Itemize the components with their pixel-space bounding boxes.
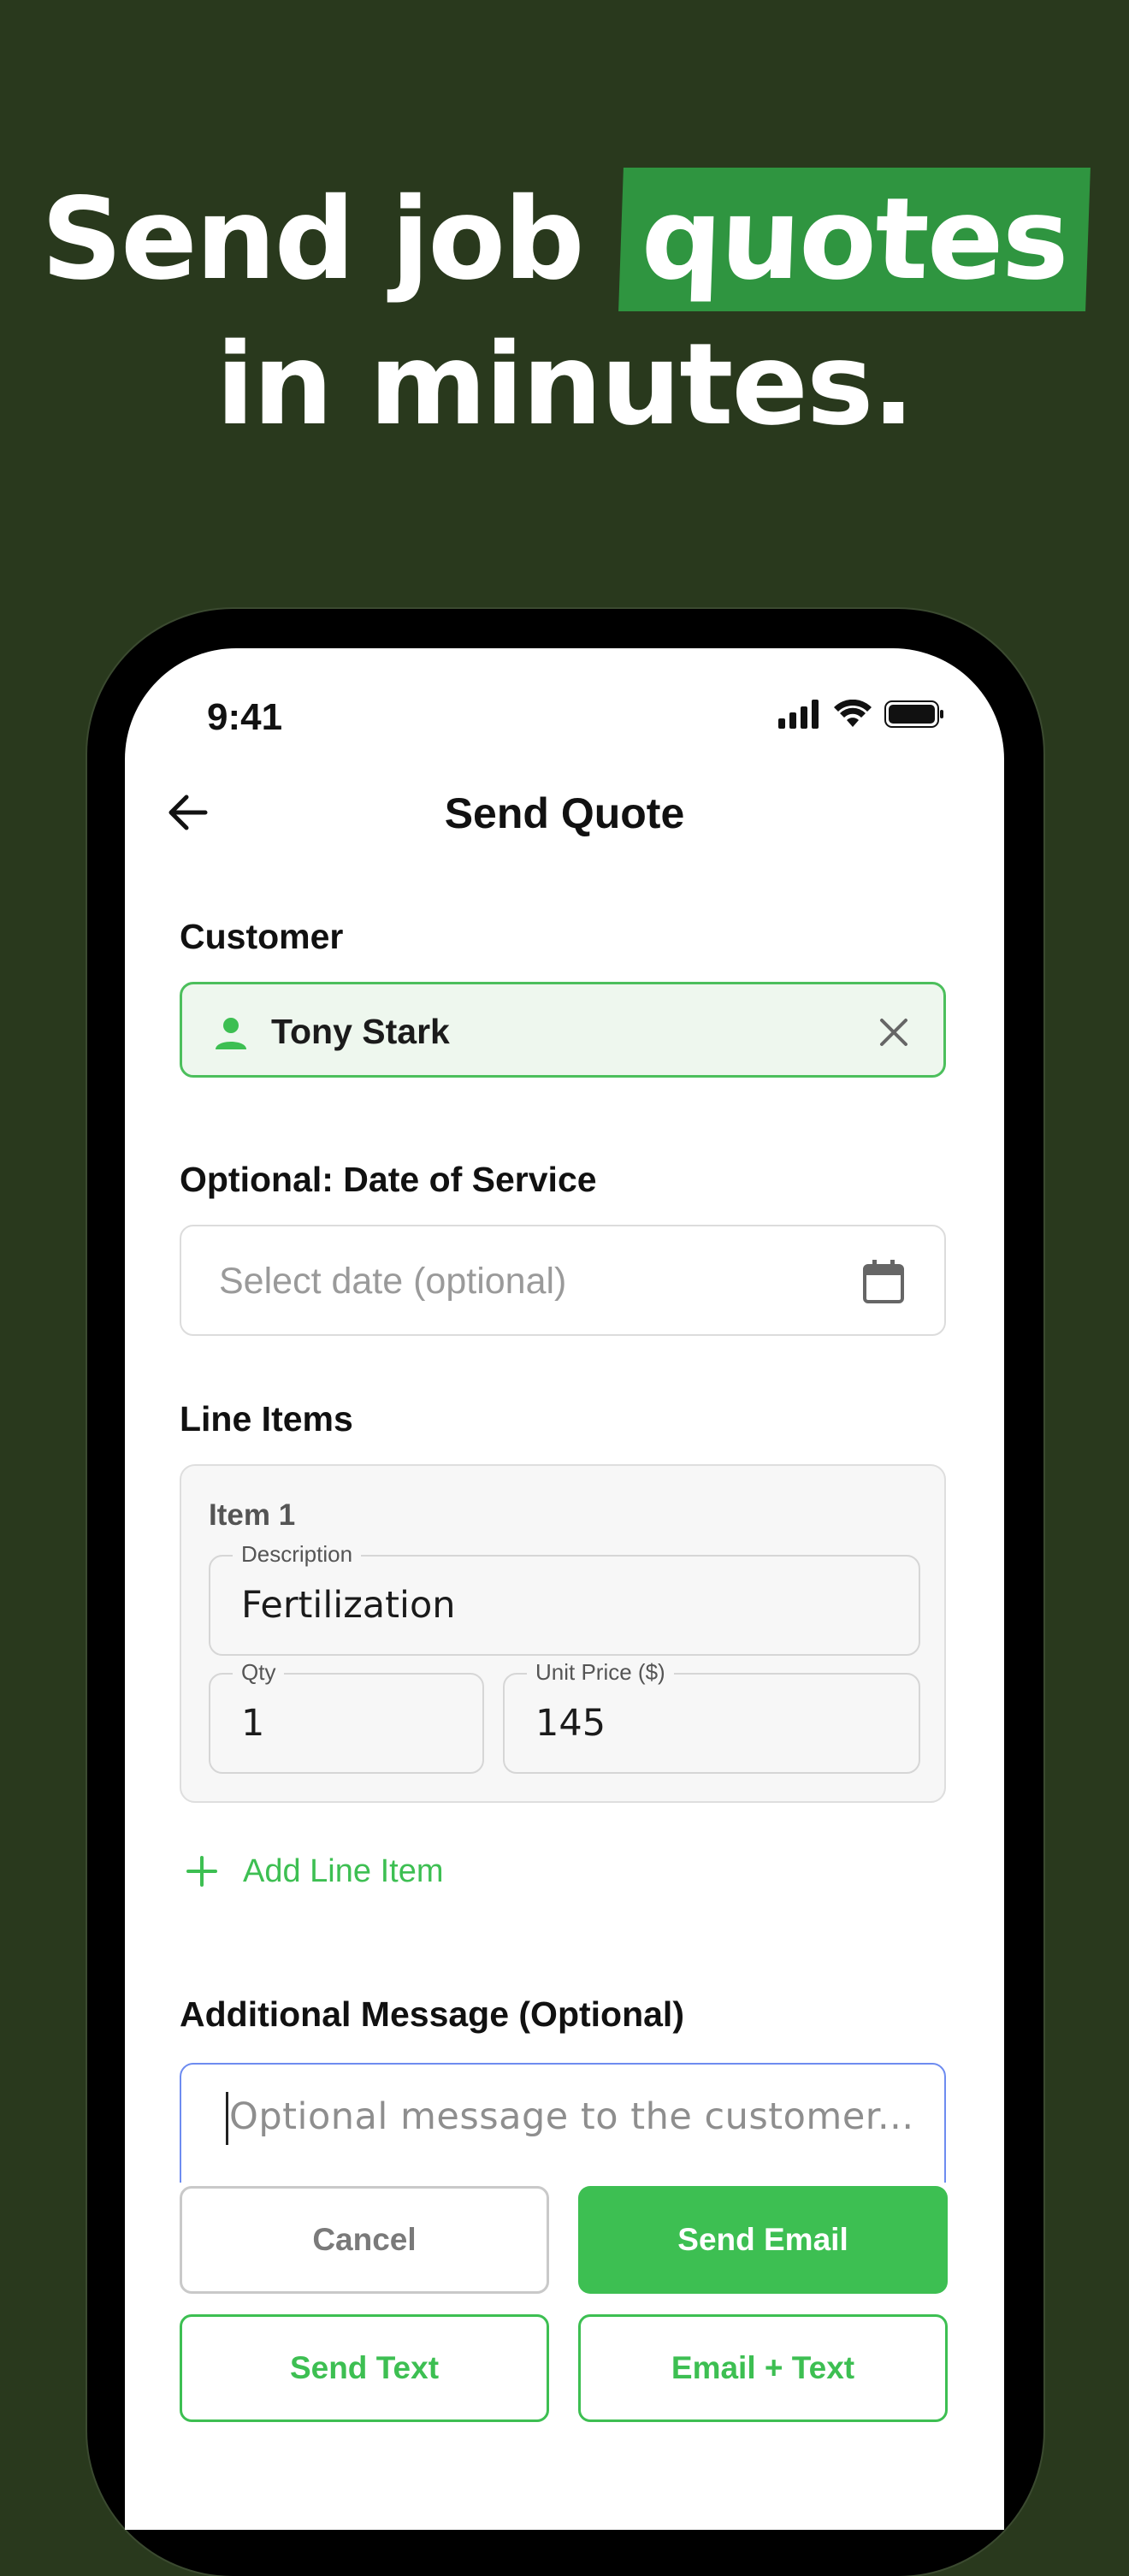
description-label: Description bbox=[233, 1541, 362, 1568]
qty-field[interactable]: Qty 1 bbox=[209, 1659, 484, 1774]
page-title: Send Quote bbox=[444, 789, 685, 837]
customer-label: Customer bbox=[180, 917, 344, 956]
add-line-item-label: Add Line Item bbox=[243, 1852, 444, 1889]
qty-label: Qty bbox=[233, 1659, 285, 1686]
unit-price-label: Unit Price ($) bbox=[527, 1659, 674, 1686]
line-item-title: Item 1 bbox=[209, 1498, 296, 1532]
phone-screen: 9:41 Send Quote Customer Tony Stark Opti… bbox=[125, 648, 1004, 2530]
add-line-item-button[interactable]: Add Line Item bbox=[180, 1846, 443, 1897]
wifi-icon bbox=[834, 700, 872, 727]
date-of-service-field[interactable]: Select date (optional) bbox=[180, 1225, 946, 1336]
date-label: Optional: Date of Service bbox=[180, 1160, 597, 1199]
customer-field[interactable]: Tony Stark bbox=[180, 982, 946, 1078]
plus-icon bbox=[186, 1856, 217, 1887]
headline-line-1: Send job quotes bbox=[0, 167, 1129, 312]
calendar-icon[interactable] bbox=[862, 1259, 905, 1303]
unit-price-field[interactable]: Unit Price ($) 145 bbox=[503, 1659, 920, 1774]
status-bar: 9:41 bbox=[125, 648, 1004, 742]
headline: Send job quotes in minutes. bbox=[0, 167, 1129, 458]
send-text-button[interactable]: Send Text bbox=[180, 2314, 549, 2422]
battery-icon bbox=[884, 700, 943, 728]
email-and-text-button[interactable]: Email + Text bbox=[578, 2314, 948, 2422]
line-item-card: Item 1 Description Fertilization Qty 1 U… bbox=[180, 1464, 946, 1803]
person-icon bbox=[216, 1018, 246, 1049]
status-icons bbox=[778, 700, 944, 729]
text-caret bbox=[226, 2092, 228, 2145]
line-items-label: Line Items bbox=[180, 1399, 353, 1439]
message-label: Additional Message (Optional) bbox=[180, 1994, 684, 2034]
cancel-button[interactable]: Cancel bbox=[180, 2186, 549, 2294]
qty-value: 1 bbox=[241, 1702, 265, 1745]
headline-prefix: Send job bbox=[41, 174, 584, 305]
nav-bar: Send Quote bbox=[125, 768, 1004, 854]
close-icon[interactable] bbox=[878, 1017, 909, 1048]
date-placeholder: Select date (optional) bbox=[219, 1261, 567, 1302]
cellular-signal-icon bbox=[778, 700, 819, 729]
description-field[interactable]: Description Fertilization bbox=[209, 1541, 920, 1656]
status-time: 9:41 bbox=[207, 696, 283, 738]
unit-price-value: 145 bbox=[535, 1702, 606, 1745]
description-value: Fertilization bbox=[241, 1584, 456, 1627]
headline-line-2: in minutes. bbox=[216, 319, 914, 451]
message-placeholder: Optional message to the customer... bbox=[229, 2095, 914, 2138]
send-email-button[interactable]: Send Email bbox=[578, 2186, 948, 2294]
customer-name: Tony Stark bbox=[271, 1012, 450, 1051]
headline-highlight: quotes bbox=[618, 168, 1091, 311]
